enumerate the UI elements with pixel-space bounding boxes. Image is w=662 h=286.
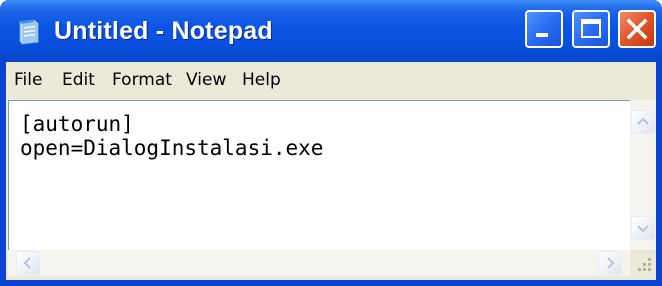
resize-grip-icon <box>638 258 651 271</box>
window-title: Untitled - Notepad <box>54 17 273 45</box>
resize-grip[interactable] <box>630 250 656 276</box>
window-frame-bottom <box>0 280 662 286</box>
maximize-button[interactable] <box>572 10 610 48</box>
notepad-window: Untitled - Notepad File Edit Format View… <box>0 0 662 286</box>
scroll-left-button[interactable] <box>16 251 40 275</box>
scroll-up-button[interactable] <box>631 110 655 134</box>
menu-file[interactable]: File <box>14 68 42 92</box>
chevron-right-icon <box>607 257 615 269</box>
notepad-icon <box>18 19 40 45</box>
menu-edit[interactable]: Edit <box>62 68 95 92</box>
close-icon <box>626 18 648 40</box>
chevron-down-icon <box>637 225 649 233</box>
chevron-left-icon <box>23 257 31 269</box>
menu-help[interactable]: Help <box>242 68 281 92</box>
horizontal-scrollbar[interactable] <box>8 250 630 276</box>
window-frame-right <box>656 62 662 286</box>
vertical-scrollbar[interactable] <box>630 100 656 250</box>
scroll-right-button[interactable] <box>598 251 622 275</box>
close-button[interactable] <box>618 10 656 48</box>
maximize-icon <box>581 19 601 38</box>
menu-format[interactable]: Format <box>112 68 172 92</box>
menu-view[interactable]: View <box>186 68 226 92</box>
text-editor[interactable]: [autorun] open=DialogInstalasi.exe <box>8 100 630 250</box>
minimize-icon <box>536 33 548 37</box>
chevron-up-icon <box>637 117 649 125</box>
menu-bar: File Edit Format View Help <box>6 62 656 98</box>
minimize-button[interactable] <box>525 10 563 48</box>
scroll-down-button[interactable] <box>631 216 655 240</box>
editor-area: [autorun] open=DialogInstalasi.exe <box>6 98 656 280</box>
title-bar[interactable]: Untitled - Notepad <box>0 0 662 62</box>
